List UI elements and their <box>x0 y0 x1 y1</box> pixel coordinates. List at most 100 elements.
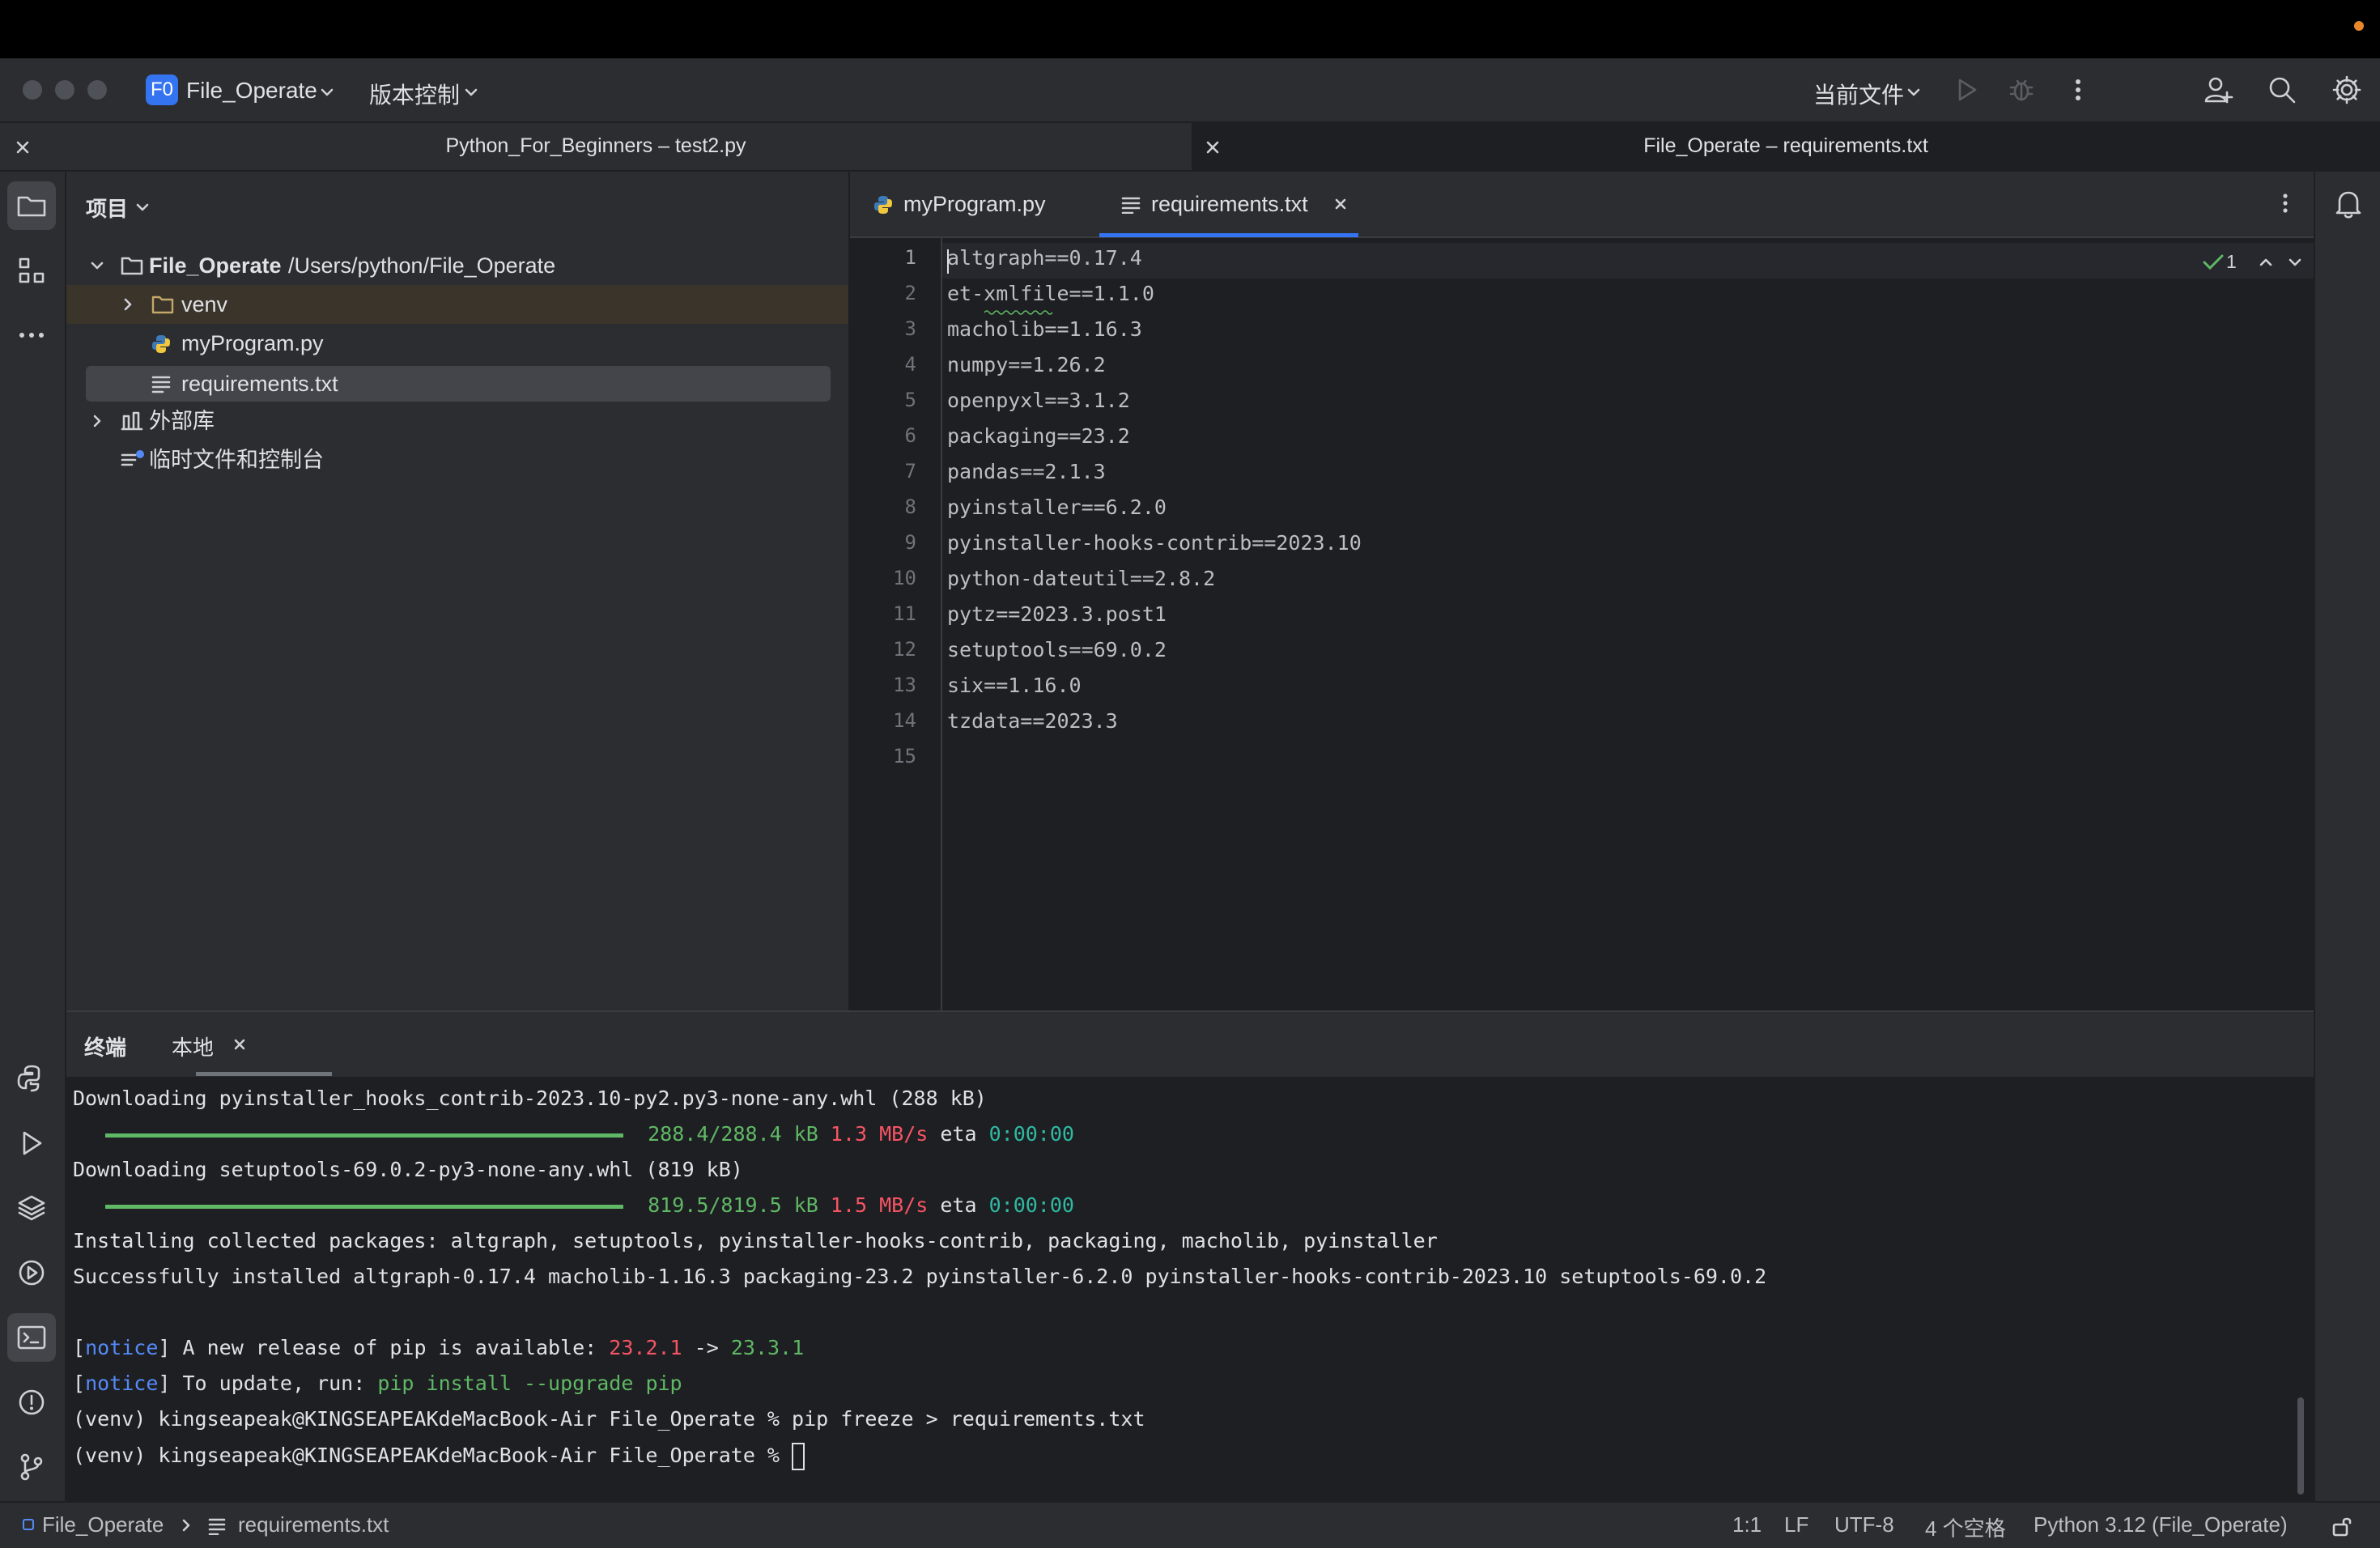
terminal-tab-local[interactable]: 本地 <box>172 1031 214 1061</box>
more-actions-icon[interactable] <box>2064 76 2092 104</box>
terminal-tab-indicator <box>196 1072 332 1076</box>
code-line: pyinstaller-hooks-contrib==2023.10 <box>947 531 1362 555</box>
run-config-selector[interactable]: 当前文件 <box>1813 78 1904 110</box>
terminal-prompt-line[interactable]: (venv) kingseapeak@KINGSEAPEAKdeMacBook-… <box>73 1443 805 1470</box>
run-tool-button[interactable] <box>7 1119 56 1167</box>
editor-tab[interactable]: myProgram.py <box>873 172 1091 236</box>
python-packages-button[interactable] <box>7 1184 56 1232</box>
close-icon[interactable] <box>1332 196 1349 212</box>
breadcrumb-file[interactable]: requirements.txt <box>238 1512 389 1537</box>
terminal-notice-line: [notice] A new release of pip is availab… <box>73 1336 805 1359</box>
active-tab-indicator <box>1099 233 1358 237</box>
python-console-button[interactable] <box>7 1054 56 1103</box>
tree-item-label: 外部库 <box>149 409 215 433</box>
text-file-icon <box>1121 197 1141 214</box>
code-line: packaging==23.2 <box>947 424 1130 448</box>
window-tab-title: Python_For_Beginners – test2.py <box>445 134 746 157</box>
terminal-panel: 终端 本地 Downloading pyinstaller_hooks_cont… <box>66 1010 2314 1501</box>
terminal-header: 终端 本地 <box>66 1012 2314 1077</box>
tree-folder-row[interactable]: 外部库 <box>66 402 848 440</box>
progress-bar <box>105 1204 623 1209</box>
title-bar: F0 File_Operate 版本控制 当前文件 <box>0 58 2380 123</box>
vcs-menu[interactable]: 版本控制 <box>369 78 460 110</box>
folder-icon <box>121 257 143 275</box>
folder-icon <box>17 196 46 217</box>
breadcrumb-project[interactable]: File_Operate <box>42 1512 164 1537</box>
warning-circle-icon <box>19 1389 45 1415</box>
code-line: pyinstaller==6.2.0 <box>947 495 1167 519</box>
editor-tab-label: requirements.txt <box>1151 192 1308 216</box>
terminal-icon <box>17 1325 46 1350</box>
caret-position[interactable]: 1:1 <box>1732 1512 1762 1537</box>
unlock-icon[interactable] <box>2330 1514 2354 1538</box>
terminal-output[interactable]: Downloading pyinstaller_hooks_contrib-20… <box>66 1077 2314 1503</box>
chevron-down-icon[interactable] <box>2286 254 2304 270</box>
terminal-progress-line: 288.4/288.4 kB 1.3 MB/s eta 0:00:00 <box>73 1122 1074 1146</box>
git-branch-icon <box>20 1453 43 1481</box>
chevron-right-icon[interactable] <box>120 296 136 313</box>
right-tool-strip <box>2314 172 2380 1501</box>
project-badge[interactable]: F0 <box>146 74 178 105</box>
editor-area: myProgram.py requirements.txt 1234567891… <box>850 172 2314 1010</box>
window-tab[interactable]: File_Operate – requirements.txt <box>1192 123 2380 170</box>
code-line: macholib==1.16.3 <box>947 317 1142 341</box>
services-button[interactable] <box>7 1248 56 1297</box>
chevron-up-icon[interactable] <box>2257 254 2275 270</box>
text-cursor <box>947 249 949 274</box>
status-bar: File_Operate requirements.txt 1:1 LF UTF… <box>0 1501 2380 1548</box>
project-tool-button[interactable] <box>7 181 56 230</box>
code-line: setuptools==69.0.2 <box>947 638 1167 661</box>
indent-setting[interactable]: 4 个空格 <box>1925 1512 2006 1542</box>
project-panel-title[interactable]: 项目 <box>86 193 128 223</box>
folder-icon <box>151 296 174 314</box>
tree-file-row[interactable]: myProgram.py <box>66 324 848 363</box>
chevron-right-icon[interactable] <box>89 413 105 429</box>
add-user-icon[interactable] <box>2204 74 2234 105</box>
more-actions-icon[interactable] <box>2272 189 2299 217</box>
structure-tool-button[interactable] <box>7 246 56 295</box>
editor-tab-label: myProgram.py <box>903 192 1046 216</box>
zoom-window-icon[interactable] <box>87 80 107 100</box>
tree-root-row[interactable]: File_Operate /Users/python/File_Operate <box>66 246 848 285</box>
close-icon[interactable] <box>232 1036 248 1053</box>
more-tools-button[interactable] <box>7 311 56 359</box>
line-separator[interactable]: LF <box>1784 1512 1808 1537</box>
minimize-window-icon[interactable] <box>55 80 74 100</box>
python-interpreter[interactable]: Python 3.12 (File_Operate) <box>2034 1512 2288 1537</box>
chevron-down-icon[interactable] <box>1906 84 1922 100</box>
code-text-area[interactable]: altgraph==0.17.4 et-xmlfile==1.1.0 macholi… <box>850 238 2314 1010</box>
terminal-progress-line: 819.5/819.5 kB 1.5 MB/s eta 0:00:00 <box>73 1193 1074 1217</box>
code-line: et-xmlfile==1.1.0 <box>947 282 1154 305</box>
terminal-tool-button[interactable] <box>7 1313 56 1362</box>
project-switcher[interactable]: File_Operate <box>186 78 317 104</box>
tree-file-row-selected[interactable]: requirements.txt <box>86 366 831 402</box>
git-button[interactable] <box>7 1443 56 1491</box>
tree-folder-row[interactable]: 临时文件和控制台 <box>66 440 848 479</box>
check-icon[interactable] <box>2202 253 2225 272</box>
code-line: python-dateutil==2.8.2 <box>947 567 1216 590</box>
close-window-icon[interactable] <box>23 80 42 100</box>
editor-tab-active[interactable]: requirements.txt <box>1120 172 1363 236</box>
terminal-line: Successfully installed altgraph-0.17.4 m… <box>73 1265 1767 1288</box>
gear-icon[interactable] <box>2331 74 2362 105</box>
terminal-scrollbar[interactable] <box>2297 1397 2304 1495</box>
run-icon[interactable] <box>1953 76 1980 104</box>
text-file-icon <box>151 376 171 393</box>
chevron-down-icon[interactable] <box>134 199 151 215</box>
chevron-down-icon[interactable] <box>319 84 335 100</box>
chevron-down-icon[interactable] <box>463 84 479 100</box>
window-tab[interactable]: Python_For_Beginners – test2.py <box>0 123 1192 170</box>
terminal-line: Downloading pyinstaller_hooks_contrib-20… <box>73 1087 987 1110</box>
left-tool-strip <box>0 172 66 1501</box>
debug-icon[interactable] <box>2008 76 2035 104</box>
tree-folder-row[interactable]: venv <box>66 285 848 324</box>
tree-item-label: 临时文件和控制台 <box>149 448 324 472</box>
notifications-bell-icon[interactable] <box>2333 188 2364 220</box>
file-encoding[interactable]: UTF-8 <box>1834 1512 1894 1537</box>
inspection-count: 1 <box>2226 251 2237 272</box>
chevron-down-icon[interactable] <box>89 257 105 274</box>
search-icon[interactable] <box>2267 74 2297 105</box>
status-dot-icon <box>2354 21 2364 31</box>
problems-button[interactable] <box>7 1378 56 1427</box>
window-tab-bar: Python_For_Beginners – test2.py File_Ope… <box>0 123 2380 172</box>
